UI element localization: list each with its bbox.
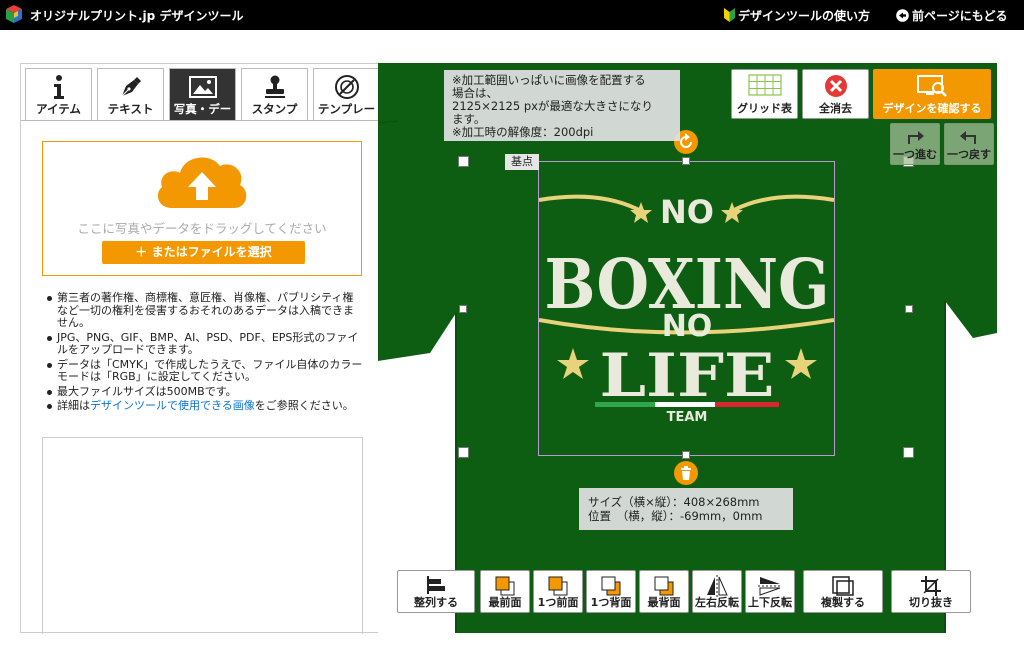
logo-icon <box>6 5 22 23</box>
hint-line: ※加工時の解像度：200dpi <box>452 125 594 139</box>
stamp-icon <box>264 75 285 98</box>
delete-handle[interactable] <box>674 461 698 485</box>
top-bar: オリジナルプリント.jp デザインツール デザインツールの使い方 前ページにもど… <box>0 0 1024 30</box>
resize-handle[interactable] <box>458 156 469 167</box>
flip-vertical-label: 上下反転 <box>748 596 792 609</box>
tab-stamp-label: スタンプ <box>251 102 298 116</box>
confirm-design-label: デザインを確認する <box>882 102 982 115</box>
upload-notes: 第三者の著作権、商標権、意匠権、肖像権、パブリシティ権など一切の権利を侵害するお… <box>45 291 363 415</box>
size-position-info: サイズ（横×縦）：408×268mm 位置 （横，縦）：-69mm，0mm <box>579 488 793 530</box>
align-icon <box>427 576 445 594</box>
note-item: 詳細はデザインツールで使用できる画像をご参照ください。 <box>45 399 363 413</box>
trash-icon <box>681 466 691 480</box>
beginner-mark-icon <box>724 8 735 22</box>
bring-forward-button[interactable]: 1つ前面 <box>533 570 583 613</box>
resize-handle[interactable] <box>905 305 913 313</box>
bring-forward-label: 1つ前面 <box>537 596 579 609</box>
info-icon <box>53 75 64 99</box>
send-to-back-label: 最背面 <box>647 596 681 609</box>
redo-icon <box>908 131 924 144</box>
redo-label: 一つ進む <box>893 148 937 161</box>
duplicate-button[interactable]: 複製する <box>803 570 883 613</box>
file-dropzone[interactable]: ここに写真やデータをドラッグしてください ＋ またはファイルを選択 <box>42 141 362 276</box>
note-prefix: 詳細は <box>57 399 90 412</box>
arrow-left-circle-icon <box>896 9 909 22</box>
resize-handle[interactable] <box>903 447 914 458</box>
position-readout: 位置 （横，縦）：-69mm，0mm <box>588 509 763 523</box>
size-readout: サイズ（横×縦）：408×268mm <box>588 495 760 509</box>
drop-hint: ここに写真やデータをドラッグしてください <box>77 221 327 236</box>
flip-vertical-button[interactable]: 上下反転 <box>745 570 795 613</box>
bring-to-front-label: 最前面 <box>488 596 522 609</box>
grid-button[interactable]: グリッド表 <box>731 69 798 119</box>
resize-handle[interactable] <box>459 305 467 313</box>
flip-horizontal-label: 左右反転 <box>695 596 739 609</box>
tab-photo[interactable]: 写真・デー <box>169 68 236 120</box>
origin-label: 基点 <box>505 154 539 170</box>
resize-handle[interactable] <box>682 157 690 165</box>
image-icon <box>188 76 217 98</box>
note-item: JPG、PNG、GIF、BMP、AI、PSD、PDF、EPS形式のファイルをアッ… <box>45 331 363 357</box>
grid-button-label: グリッド表 <box>737 102 792 115</box>
note-suffix: をご参照ください。 <box>254 399 354 412</box>
cloud-upload-icon <box>157 157 247 208</box>
send-to-back-button[interactable]: 最背面 <box>639 570 689 613</box>
clear-all-label: 全消去 <box>819 102 852 115</box>
tab-template[interactable]: テンプレー <box>313 68 380 120</box>
redo-button[interactable]: 一つ進む <box>890 123 940 165</box>
flip-horizontal-button[interactable]: 左右反転 <box>692 570 742 613</box>
monitor-search-icon <box>917 75 947 97</box>
undo-button[interactable]: 一つ戻す <box>944 123 994 165</box>
note-item: 第三者の著作権、商標権、意匠権、肖像権、パブリシティ権など一切の権利を侵害するお… <box>45 291 363 330</box>
undo-icon <box>960 131 976 144</box>
selection-box <box>538 161 835 456</box>
confirm-design-button[interactable]: デザインを確認する <box>873 69 991 119</box>
uploaded-files-list[interactable] <box>42 437 363 634</box>
align-label: 整列する <box>414 596 458 609</box>
align-button[interactable]: 整列する <box>397 570 475 613</box>
tab-photo-label: 写真・デー <box>173 102 232 116</box>
undo-label: 一つ戻す <box>947 148 991 161</box>
pen-icon <box>121 77 141 97</box>
select-file-button[interactable]: ＋ またはファイルを選択 <box>102 241 305 264</box>
duplicate-label: 複製する <box>821 596 865 609</box>
tab-template-label: テンプレー <box>317 102 376 116</box>
note-item: 最大ファイルサイズは500MBです。 <box>45 385 363 399</box>
tab-item[interactable]: アイテム <box>25 68 92 120</box>
help-link[interactable]: デザインツールの使い方 <box>724 7 870 24</box>
left-panel: アイテム テキスト 写真・デー スタンプ テンプレー ここに写真やデータをドラッ… <box>20 63 380 634</box>
bring-to-front-button[interactable]: 最前面 <box>480 570 530 613</box>
crop-label: 切り抜き <box>909 596 953 609</box>
back-link-label: 前ページにもどる <box>912 9 1008 23</box>
send-backward-button[interactable]: 1つ背面 <box>586 570 636 613</box>
close-icon <box>824 75 847 97</box>
compass-icon <box>334 75 359 99</box>
print-area-hint: ※加工範囲いっぱいに画像を配置する 場合は、 2125×2125 pxが最適な大… <box>444 70 680 141</box>
resize-handle[interactable] <box>682 451 690 459</box>
send-backward-label: 1つ背面 <box>590 596 632 609</box>
back-link[interactable]: 前ページにもどる <box>896 7 1008 24</box>
crop-button[interactable]: 切り抜き <box>891 570 971 613</box>
brand-title[interactable]: オリジナルプリント.jp デザインツール <box>30 7 243 24</box>
note-item: データは「CMYK」で作成したうえで、ファイル自体のカラーモードは「RGB」に設… <box>45 358 363 384</box>
tab-item-label: アイテム <box>36 102 81 116</box>
usable-images-link[interactable]: デザインツールで使用できる画像 <box>90 399 255 412</box>
tab-stamp[interactable]: スタンプ <box>241 68 308 120</box>
tab-text-label: テキスト <box>107 102 154 116</box>
tab-divider <box>21 120 379 121</box>
tab-text[interactable]: テキスト <box>97 68 164 120</box>
help-link-label: デザインツールの使い方 <box>738 9 871 23</box>
hint-line: 2125×2125 pxが最適な大きさになり <box>452 99 653 113</box>
grid-icon <box>747 74 782 96</box>
clear-all-button[interactable]: 全消去 <box>802 69 869 119</box>
resize-handle[interactable] <box>458 447 469 458</box>
